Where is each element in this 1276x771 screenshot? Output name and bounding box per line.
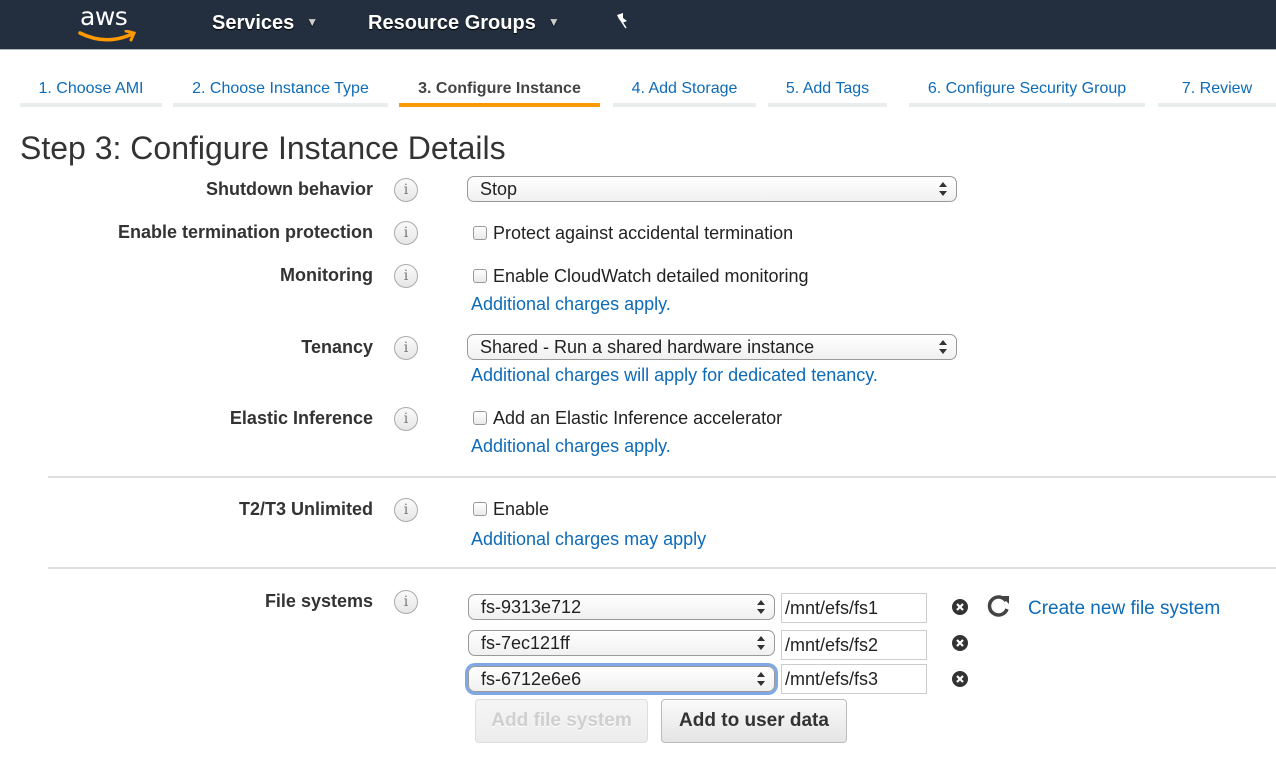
add-to-user-data-button[interactable]: Add to user data [661,699,847,743]
remove-circle-icon[interactable] [951,598,969,616]
refresh-icon[interactable] [986,593,1012,619]
monitoring-checkbox[interactable] [473,269,487,283]
tab-configure-security-group[interactable]: 6. Configure Security Group [909,78,1145,107]
tab-configure-instance[interactable]: 3. Configure Instance [399,78,600,107]
services-menu[interactable]: Services ▼ [212,12,318,35]
t2t3-unlimited-label: T2/T3 Unlimited [238,499,373,519]
aws-smile-icon [78,30,137,42]
page-title: Step 3: Configure Instance Details [20,130,506,166]
shutdown-behavior-value: Stop [480,179,518,199]
file-system-select[interactable]: fs-7ec121ff [468,630,775,656]
file-system-select[interactable]: fs-9313e712 [468,594,775,620]
elastic-inference-label: Elastic Inference [229,408,373,428]
t2t3-unlimited-checkbox[interactable] [473,502,487,516]
file-system-select[interactable]: fs-6712e6e6 [468,666,775,692]
info-icon[interactable]: i [394,264,418,288]
pin-icon[interactable] [612,12,634,34]
add-file-system-button[interactable]: Add file system [475,699,648,743]
mount-point-input[interactable]: /mnt/efs/fs1 [781,593,927,623]
monitoring-checkbox-label: Enable CloudWatch detailed monitoring [493,266,809,286]
chevron-down-icon: ▼ [306,15,319,29]
tab-add-tags[interactable]: 5. Add Tags [768,78,887,107]
tenancy-label: Tenancy [301,337,373,357]
monitoring-label: Monitoring [280,265,373,285]
t2t3-unlimited-checkbox-label: Enable [493,499,550,519]
shutdown-behavior-select[interactable]: Stop [467,176,957,202]
info-icon[interactable]: i [394,221,418,245]
termination-protection-label: Enable termination protection [117,222,373,242]
monitoring-option[interactable]: Enable CloudWatch detailed monitoring [473,266,809,287]
termination-protection-option[interactable]: Protect against accidental termination [473,223,793,244]
file-system-id: fs-7ec121ff [481,633,570,653]
top-navigation-bar: aws Services ▼ Resource Groups ▼ [0,0,1276,50]
info-icon[interactable]: i [394,178,418,202]
monitoring-charges-link[interactable]: Additional charges apply. [471,294,671,315]
elastic-inference-option[interactable]: Add an Elastic Inference accelerator [473,408,782,429]
elastic-inference-checkbox[interactable] [473,411,487,425]
tab-review[interactable]: 7. Review [1158,78,1276,107]
tab-choose-instance-type[interactable]: 2. Choose Instance Type [173,78,388,107]
services-label: Services [212,12,295,34]
info-icon[interactable]: i [394,336,418,360]
remove-circle-icon[interactable] [951,634,969,652]
elastic-inference-charges-link[interactable]: Additional charges apply. [471,436,671,457]
tenancy-value: Shared - Run a shared hardware instance [480,337,815,357]
tab-add-storage[interactable]: 4. Add Storage [613,78,756,107]
section-divider [48,476,1276,478]
chevron-down-icon: ▼ [547,15,560,29]
wizard-steps: 1. Choose AMI 2. Choose Instance Type 3.… [0,78,1276,108]
termination-protection-checkbox[interactable] [473,226,487,240]
mount-point-input[interactable]: /mnt/efs/fs2 [781,630,927,660]
file-systems-label: File systems [264,591,373,611]
tenancy-charges-link[interactable]: Additional charges will apply for dedica… [471,365,878,386]
file-system-id: fs-6712e6e6 [481,669,582,689]
shutdown-behavior-label: Shutdown behavior [205,179,373,199]
aws-logo-text: aws [80,2,128,31]
select-arrows-icon [757,672,765,686]
info-icon[interactable]: i [394,407,418,431]
info-icon[interactable]: i [394,498,418,522]
t2t3-charges-link[interactable]: Additional charges may apply [471,529,706,550]
select-arrows-icon [757,600,765,614]
elastic-inference-checkbox-label: Add an Elastic Inference accelerator [493,408,783,428]
resource-groups-menu[interactable]: Resource Groups ▼ [368,12,560,35]
tenancy-select[interactable]: Shared - Run a shared hardware instance [467,334,957,360]
file-system-id: fs-9313e712 [481,597,582,617]
t2t3-unlimited-option[interactable]: Enable [473,499,549,520]
tab-choose-ami[interactable]: 1. Choose AMI [20,78,162,107]
select-arrows-icon [939,340,947,354]
section-divider [48,567,1276,569]
select-arrows-icon [757,636,765,650]
remove-circle-icon[interactable] [951,670,969,688]
aws-logo[interactable]: aws [78,2,138,46]
termination-protection-checkbox-label: Protect against accidental termination [493,223,794,243]
create-new-file-system-link[interactable]: Create new file system [1028,598,1220,620]
info-icon[interactable]: i [394,590,418,614]
mount-point-input[interactable]: /mnt/efs/fs3 [781,664,927,694]
select-arrows-icon [939,182,947,196]
resource-groups-label: Resource Groups [368,12,536,34]
